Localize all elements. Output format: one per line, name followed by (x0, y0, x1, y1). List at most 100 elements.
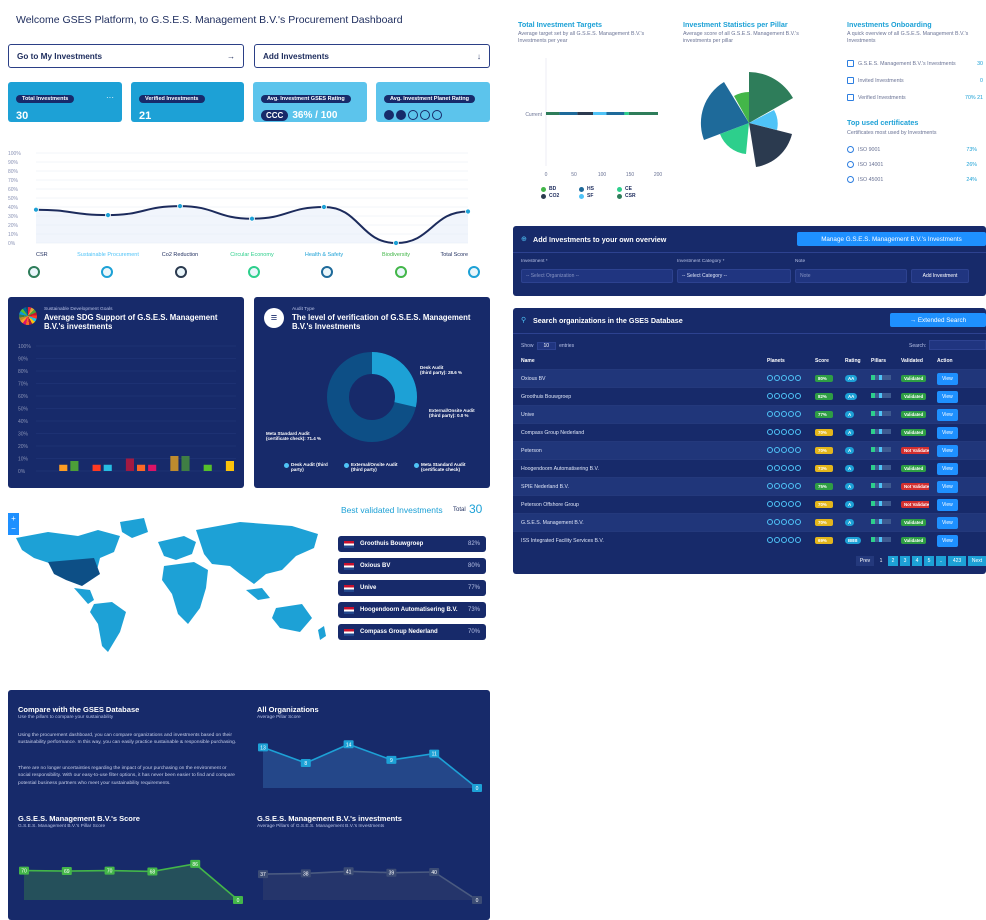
cert-item[interactable]: ISO 14001 26% (847, 157, 977, 172)
sdg-bar (92, 464, 101, 471)
legend-item[interactable]: CE (617, 186, 647, 192)
best-investment-row[interactable]: Compass Group Nederland 70% (338, 624, 486, 640)
page-length-select[interactable]: 10 (536, 342, 557, 350)
audit-donut-chart (327, 352, 417, 442)
page-button[interactable]: 2 (888, 556, 898, 566)
pillar-point (393, 240, 399, 246)
view-button[interactable]: View (937, 462, 958, 475)
page-button[interactable]: 5 (924, 556, 934, 566)
goto-investments-select[interactable]: Go to My Investments → (8, 44, 244, 68)
manage-investments-button[interactable]: Manage G.S.E.S. Management B.V.'s Invest… (797, 232, 986, 246)
page-button[interactable]: 423 (948, 556, 966, 566)
legend-item[interactable]: SF (579, 193, 609, 199)
page-button[interactable]: .. (936, 556, 946, 566)
verified-investments-card[interactable]: Verified Investments 21 (131, 82, 244, 122)
column-header[interactable]: Score (807, 358, 837, 364)
onboarding-item[interactable]: Verified Investments 70% 21 (847, 89, 983, 106)
column-header[interactable]: Planets (759, 358, 807, 364)
view-button[interactable]: View (937, 516, 958, 529)
value-label: 14 (346, 742, 352, 748)
page-button[interactable]: 4 (912, 556, 922, 566)
view-button[interactable]: View (937, 390, 958, 403)
allorg-title: All Organizations (257, 705, 319, 714)
table-row[interactable]: Peterson Offshore Group 70% A Not Validated… (513, 495, 986, 513)
sdg-bar-chart: 100% 90% 80% 70% 60% 50% 40% 30% 20% 10% 0% (18, 344, 236, 475)
view-button[interactable]: View (937, 372, 958, 385)
value-label: 70 (107, 869, 113, 875)
pillars-bar (871, 411, 891, 416)
table-row[interactable]: SPIE Nederland B.V. 75% A Not Validated View (513, 477, 986, 495)
category-select[interactable]: -- Select Category -- (677, 269, 791, 283)
table-row[interactable]: G.S.E.S. Management B.V. 70% A Validated Vie… (513, 513, 986, 531)
best-investment-pct: 70% (467, 629, 480, 635)
pillar-point (33, 206, 39, 213)
table-row[interactable]: ISS Integrated Facility Services B.V. 69%… (513, 531, 986, 549)
prev-button[interactable]: Prev (856, 556, 874, 566)
legend-desk[interactable]: Desk Audit (third party) (284, 462, 334, 472)
table-row[interactable]: Hoogendoorn Automatisering B.V. 73% A Valid… (513, 459, 986, 477)
legend-item[interactable]: HS (579, 186, 609, 192)
note-input[interactable]: Note (795, 269, 907, 283)
legend-item[interactable]: CSR (617, 193, 647, 199)
view-button[interactable]: View (937, 426, 958, 439)
extended-search-button[interactable]: → Extended Search (890, 313, 986, 327)
onboarding-item[interactable]: G.S.E.S. Management B.V.'s Investments 30 (847, 55, 983, 72)
best-investment-row[interactable]: Unive 77% (338, 580, 486, 596)
planet-rating (759, 392, 807, 401)
nl-flag-icon (344, 628, 354, 636)
gses-rating-card[interactable]: Avg. Investment GSES Rating CCC 36% / 10… (253, 82, 367, 122)
best-investment-row[interactable]: Oxious BV 80% (338, 558, 486, 574)
column-header[interactable]: Name (513, 358, 759, 364)
legend-item[interactable]: BD (541, 186, 571, 192)
org-name: Oxious BV (521, 375, 546, 382)
total-investments-card[interactable]: Total Investments ··· 30 (8, 82, 122, 122)
planet-rating-card[interactable]: Avg. Investment Planet Rating (376, 82, 490, 122)
cert-item[interactable]: ISO 9001 73% (847, 142, 977, 157)
world-map[interactable] (8, 508, 336, 658)
legend-external[interactable]: External/Onsite Audit (third party) (344, 462, 404, 472)
page-button[interactable]: 1 (876, 556, 886, 566)
score-badge: 73% (815, 465, 833, 472)
column-header[interactable]: Rating (837, 358, 863, 364)
best-investment-name: Hoogendoorn Automatisering B.V. (360, 607, 458, 613)
column-header[interactable]: Validated (893, 358, 929, 364)
onboarding-list: G.S.E.S. Management B.V.'s Investments 30… (847, 55, 983, 106)
investment-select[interactable]: -- Select Organization -- (521, 269, 673, 283)
page-button[interactable]: 3 (900, 556, 910, 566)
table-row[interactable]: Oxious BV 80% AA Validated View (513, 369, 986, 387)
legend-item[interactable]: CO2 (541, 193, 571, 199)
view-button[interactable]: View (937, 480, 958, 493)
table-search-input[interactable] (929, 340, 986, 350)
view-button[interactable]: View (937, 534, 958, 547)
column-header[interactable]: Pillars (863, 358, 893, 364)
view-button[interactable]: View (937, 408, 958, 421)
targets-bar-chart: Current 0 50 100 150 200 (525, 58, 662, 178)
plus-circle-icon: ⊕ (521, 236, 527, 243)
sdg-y-tick: 0% (18, 469, 26, 475)
allorg-subtitle: Average Pillar Score (257, 715, 301, 720)
next-button[interactable]: Next (968, 556, 986, 566)
cert-item[interactable]: ISO 45001 24% (847, 172, 977, 187)
table-row[interactable]: Compass Group Nederland 70% A Validated View (513, 423, 986, 441)
view-button[interactable]: View (937, 444, 958, 457)
radio-icon (847, 176, 854, 183)
y-tick-label: 100% (8, 151, 21, 157)
org-name: Compass Group Nederland (521, 429, 585, 436)
table-row[interactable]: Peterson 70% A Not Validated View (513, 441, 986, 459)
pillars-bar (871, 375, 891, 380)
onboarding-item[interactable]: Invited Investments 0 (847, 72, 983, 89)
best-investment-row[interactable]: Groothuis Bouwgroep 82% (338, 536, 486, 552)
column-header[interactable]: Action (929, 358, 986, 364)
legend-meta[interactable]: Meta Standard Audit (certificate check) (414, 462, 484, 472)
certs-list: ISO 9001 73% ISO 14001 26% ISO 45001 24% (847, 142, 977, 187)
add-investment-button[interactable]: Add Investment (911, 269, 969, 283)
table-row[interactable]: Groothuis Bouwgroep 82% AA Validated View (513, 387, 986, 405)
pillars-bar (871, 465, 891, 470)
table-row[interactable]: Unive 77% A Validated View (513, 405, 986, 423)
pillar-polar-chart (700, 72, 793, 167)
view-button[interactable]: View (937, 498, 958, 511)
menu-dots-icon[interactable]: ··· (106, 93, 114, 102)
rating-badge: BBB (845, 537, 861, 544)
add-investments-select[interactable]: Add Investments ↓ (254, 44, 490, 68)
best-investment-row[interactable]: Hoogendoorn Automatisering B.V. 73% (338, 602, 486, 618)
